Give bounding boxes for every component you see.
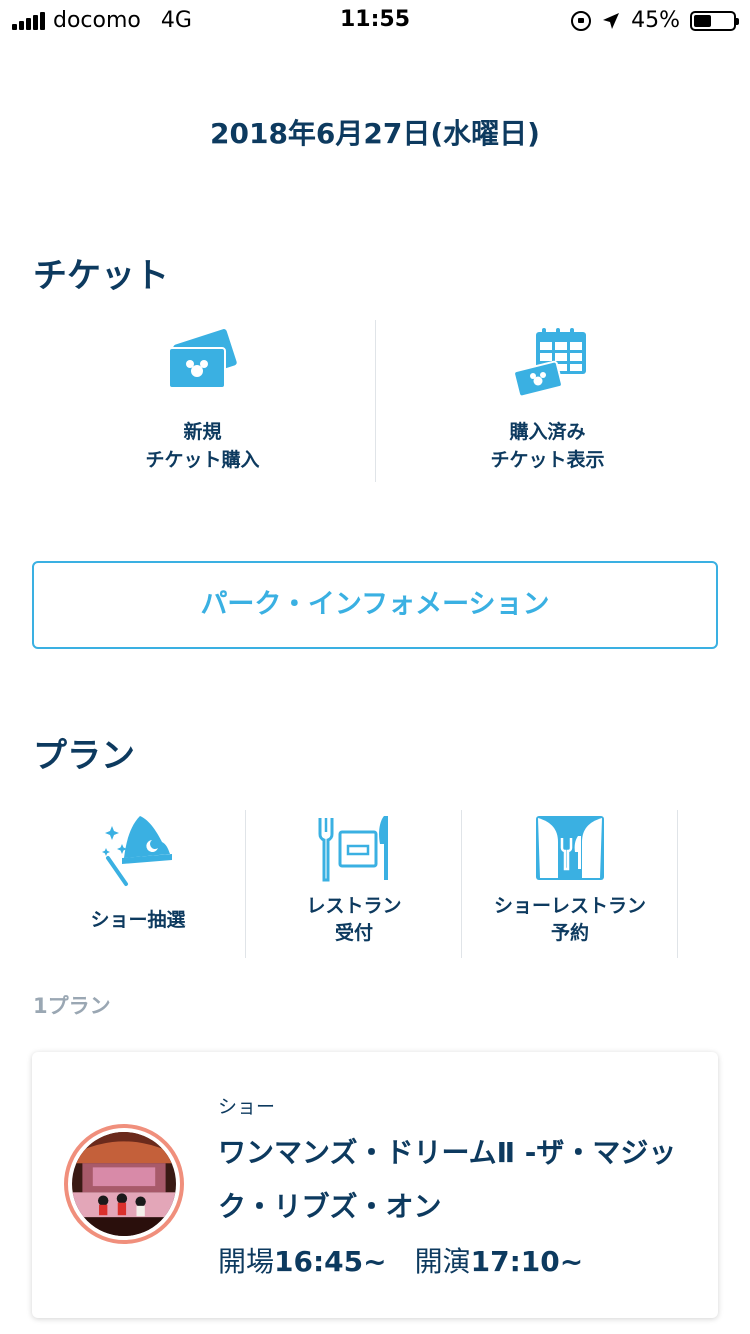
- label-line: 新規: [183, 421, 222, 443]
- plan-category: ショー: [218, 1096, 276, 1118]
- rotation-lock-icon: [571, 10, 592, 31]
- plan-section-title: プラン: [33, 736, 135, 776]
- label-line: 受付: [334, 922, 373, 944]
- label-line: チケット購入: [145, 449, 260, 471]
- label-line: ショーレストラン: [493, 895, 646, 917]
- new-ticket-purchase-button[interactable]: 新規 チケット購入: [30, 320, 375, 482]
- status-bar: docomo 4G 11:55 45%: [0, 0, 750, 40]
- plan-count-label: 1プラン: [33, 994, 111, 1018]
- plan-title: ワンマンズ・ドリームⅡ -ザ・マジック・リブズ・オン: [218, 1136, 677, 1223]
- plan-item-partial[interactable]: ホ: [678, 810, 750, 958]
- wizard-hat-icon: [102, 816, 172, 886]
- show-thumbnail: [64, 1124, 184, 1244]
- restaurant-reception-button[interactable]: レストラン 受付: [246, 810, 462, 958]
- ticket-icon: [167, 329, 237, 389]
- date-heading: 2018年6月27日(水曜日): [210, 117, 540, 150]
- battery-icon: [690, 10, 739, 31]
- label-line: レストラン: [306, 895, 402, 917]
- new-ticket-purchase-label: 新規 チケット購入: [30, 418, 375, 474]
- show-lottery-label: ショー抽選: [90, 909, 186, 931]
- start-time: 17:10~: [470, 1245, 584, 1278]
- label-line: 予約: [550, 922, 589, 944]
- open-time: 16:45~: [274, 1245, 387, 1278]
- plan-item-partial-label: ホ: [678, 907, 750, 934]
- battery-fill: [694, 14, 712, 27]
- restaurant-icon: [318, 816, 388, 882]
- calendar-ticket-icon: [512, 328, 586, 396]
- location-arrow-icon: [603, 12, 620, 29]
- plan-actions: ショー抽選 レストラン 受付 ショーレストラン 予約: [30, 810, 750, 958]
- purchased-ticket-view-button[interactable]: 購入済み チケット表示: [375, 320, 720, 482]
- status-right: 45%: [571, 8, 739, 33]
- show-stage-image: [72, 1132, 176, 1236]
- show-lottery-button[interactable]: ショー抽選: [30, 810, 246, 958]
- battery-percent: 45%: [631, 8, 680, 33]
- ticket-section-title: チケット: [33, 256, 169, 296]
- start-label: 開演: [414, 1245, 471, 1278]
- purchased-ticket-view-label: 購入済み チケット表示: [375, 418, 720, 474]
- show-restaurant-reservation-label: ショーレストラン 予約: [462, 893, 678, 947]
- plan-times: 開場16:45~ 開演17:10~: [218, 1240, 583, 1280]
- show-restaurant-reservation-button[interactable]: ショーレストラン 予約: [462, 810, 678, 958]
- label-line: 購入済み: [509, 421, 586, 443]
- park-information-button[interactable]: パーク・インフォメーション: [32, 561, 718, 649]
- label-line: チケット表示: [490, 449, 605, 471]
- restaurant-reception-label: レストラン 受付: [246, 893, 462, 947]
- plan-card[interactable]: ショー ワンマンズ・ドリームⅡ -ザ・マジック・リブズ・オン 開場16:45~ 開…: [32, 1052, 718, 1318]
- ticket-actions: 新規 チケット購入 購入済み チケット表示: [30, 320, 720, 482]
- open-label: 開場: [218, 1245, 275, 1278]
- show-restaurant-icon: [536, 816, 604, 880]
